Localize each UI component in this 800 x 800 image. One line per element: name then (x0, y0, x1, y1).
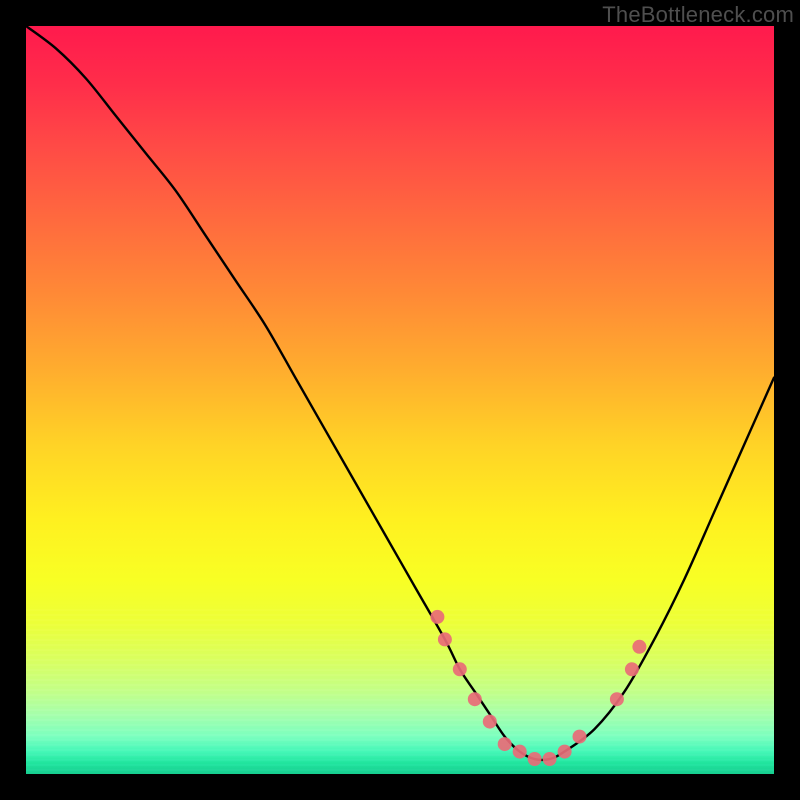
marker-point (468, 692, 482, 706)
marker-point (573, 730, 587, 744)
marker-point (430, 610, 444, 624)
marker-point (558, 745, 572, 759)
marker-point (438, 632, 452, 646)
chart-svg (26, 26, 774, 774)
marker-point (543, 752, 557, 766)
highlight-markers (430, 610, 646, 766)
marker-point (498, 737, 512, 751)
plot-area (26, 26, 774, 774)
marker-point (610, 692, 624, 706)
marker-point (625, 662, 639, 676)
marker-point (632, 640, 646, 654)
bottleneck-curve (26, 26, 774, 760)
marker-point (513, 745, 527, 759)
chart-frame: TheBottleneck.com (0, 0, 800, 800)
marker-point (453, 662, 467, 676)
marker-point (483, 715, 497, 729)
watermark-text: TheBottleneck.com (602, 2, 794, 28)
marker-point (528, 752, 542, 766)
